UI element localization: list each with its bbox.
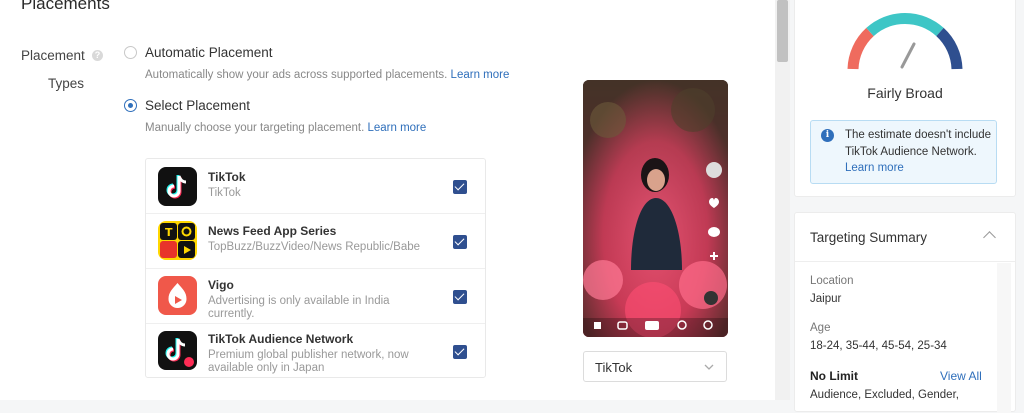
placement-checkbox-vigo[interactable] <box>453 290 467 304</box>
info-icon: i <box>821 129 834 142</box>
select-placement-desc: Manually choose your targeting placement… <box>145 122 426 134</box>
audience-info-message: The estimate doesn't include TikTok Audi… <box>845 129 992 158</box>
vigo-logo-icon <box>158 276 197 315</box>
targeting-summary-title: Targeting Summary <box>810 230 928 245</box>
no-limit-value: Audience, Excluded, Gender, <box>810 389 959 401</box>
tiktok-logo-icon <box>158 167 197 206</box>
section-title: Placements <box>21 0 110 13</box>
placement-sub: Advertising is only available in India c… <box>208 295 390 320</box>
main-scrollbar[interactable] <box>775 0 790 400</box>
view-all-link[interactable]: View All <box>940 369 982 383</box>
svg-text:T: T <box>165 226 173 239</box>
ad-preview-phone <box>583 80 728 337</box>
audience-info-text: The estimate doesn't include TikTok Audi… <box>845 127 993 177</box>
chevron-down-icon <box>704 364 714 370</box>
audience-gauge <box>847 13 963 70</box>
automatic-placement-title[interactable]: Automatic Placement <box>145 45 273 60</box>
preview-image <box>583 80 728 337</box>
placement-sub: TikTok <box>208 187 241 199</box>
placement-item-tiktok[interactable]: TikTok TikTok <box>146 159 485 213</box>
help-icon[interactable]: ? <box>92 50 103 61</box>
select-learn-more-link[interactable]: Learn more <box>367 122 426 134</box>
main-panel: Placements Placement ? Types Automatic P… <box>0 0 775 400</box>
placement-types-label: Placement <box>21 48 85 63</box>
placement-name: TikTok <box>208 170 246 184</box>
news-feed-logo-icon: T <box>158 221 197 260</box>
age-label: Age <box>810 322 831 334</box>
gauge-needle <box>900 42 916 69</box>
audience-info-box: i The estimate doesn't include TikTok Au… <box>810 120 997 184</box>
placement-types-label-line2: Types <box>48 76 85 91</box>
placement-checkbox-tiktok-audience-network[interactable] <box>453 345 467 359</box>
select-placement-title[interactable]: Select Placement <box>145 98 250 113</box>
automatic-placement-desc-text: Automatically show your ads across suppo… <box>145 69 448 81</box>
preview-app-select-value: TikTok <box>595 360 633 375</box>
tiktok-audience-network-logo-icon <box>158 331 197 370</box>
audience-size-card: Fairly Broad i The estimate doesn't incl… <box>794 0 1016 197</box>
placement-sub: TopBuzz/BuzzVideo/News Republic/Babe <box>208 241 421 253</box>
placement-list: TikTok TikTok T News Feed App Series Top… <box>145 158 486 378</box>
summary-scrollbar[interactable] <box>997 263 1011 413</box>
placement-name: Vigo <box>208 278 234 292</box>
preview-app-select[interactable]: TikTok <box>583 351 727 382</box>
audience-info-learn-more-link[interactable]: Learn more <box>845 162 904 174</box>
placement-sub: Premium global publisher network, now av… <box>208 349 409 374</box>
placement-checkbox-news-feed[interactable] <box>453 235 467 249</box>
placement-name: News Feed App Series <box>208 224 337 238</box>
age-value: 18-24, 35-44, 45-54, 25-34 <box>810 340 947 352</box>
location-value: Jaipur <box>810 293 842 305</box>
audience-size-label: Fairly Broad <box>867 85 943 101</box>
select-placement-radio[interactable] <box>124 99 137 112</box>
placement-checkbox-tiktok[interactable] <box>453 180 467 194</box>
placement-item-vigo[interactable]: Vigo Advertising is only available in In… <box>146 268 485 322</box>
targeting-summary-card: Targeting Summary Location Jaipur Age 18… <box>794 212 1016 413</box>
divider <box>795 261 1015 262</box>
location-label: Location <box>810 275 854 287</box>
main-scrollbar-thumb[interactable] <box>777 0 788 62</box>
placement-name: TikTok Audience Network <box>208 332 354 346</box>
placement-item-news-feed[interactable]: T News Feed App Series TopBuzz/BuzzVideo… <box>146 213 485 267</box>
chevron-up-icon[interactable] <box>983 231 996 244</box>
select-placement-desc-text: Manually choose your targeting placement… <box>145 122 365 134</box>
automatic-placement-desc: Automatically show your ads across suppo… <box>145 69 509 81</box>
no-limit-label: No Limit <box>810 369 858 383</box>
automatic-learn-more-link[interactable]: Learn more <box>451 69 510 81</box>
placement-item-tiktok-audience-network[interactable]: TikTok Audience Network Premium global p… <box>146 323 485 379</box>
automatic-placement-radio[interactable] <box>124 46 137 59</box>
